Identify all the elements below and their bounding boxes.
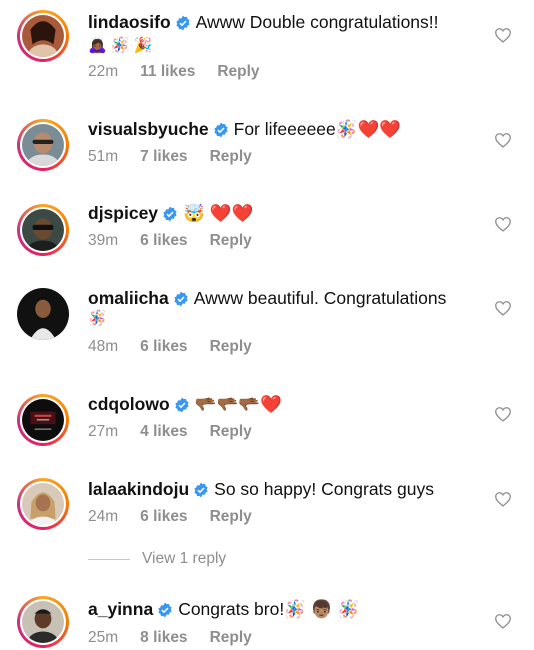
comment-line: a_yinna Congrats bro!🪅 👦🏽 🪅 [88,597,474,622]
reply-button[interactable]: Reply [210,629,252,646]
heart-outline-icon[interactable] [494,300,512,316]
comment-line: omaliicha Awww beautiful. Congratulations [88,286,474,311]
comment-meta: 39m 6 likes Reply [88,232,274,250]
heart-outline-icon[interactable] [494,216,512,232]
heart-outline-icon[interactable] [494,27,512,43]
verified-badge-icon [176,15,190,31]
reply-button[interactable]: Reply [210,338,252,355]
heart-outline-icon[interactable] [494,132,512,148]
comment-line: lindaosifo Awww Double congratulations!! [88,10,474,35]
verified-badge-icon [174,291,188,307]
divider [88,558,130,560]
reply-button[interactable]: Reply [210,508,252,525]
likes-count[interactable]: 6 likes [140,338,187,355]
comment-text: So so happy! Congrats guys [214,479,434,499]
likes-count[interactable]: 11 likes [140,63,195,80]
username[interactable]: visualsbyuche [88,119,209,139]
heart-outline-icon[interactable] [494,491,512,507]
reply-button[interactable]: Reply [210,423,252,440]
view-replies-button[interactable]: View 1 reply [88,550,226,568]
timestamp: 24m [88,508,119,525]
username[interactable]: a_yinna [88,599,153,619]
verified-badge-icon [194,482,208,498]
reply-button[interactable]: Reply [217,63,259,80]
comment-text: 🤯 ❤️❤️ [183,203,254,223]
username[interactable]: lalaakindoju [88,479,189,499]
timestamp: 27m [88,423,119,440]
likes-count[interactable]: 6 likes [140,508,187,525]
avatar[interactable] [17,204,69,256]
timestamp: 39m [88,232,119,249]
avatar[interactable] [17,478,69,530]
comment-meta: 48m 6 likes Reply [88,338,274,356]
view-replies-label: View 1 reply [142,550,227,567]
comment-meta: 27m 4 likes Reply [88,423,274,441]
comment-meta: 51m 7 likes Reply [88,148,274,166]
likes-count[interactable]: 8 likes [140,629,187,646]
heart-outline-icon[interactable] [494,406,512,422]
username[interactable]: omaliicha [88,288,169,308]
verified-badge-icon [214,122,228,138]
avatar[interactable] [17,288,69,340]
avatar[interactable] [17,119,69,171]
comment-line: djspicey 🤯 ❤️❤️ [88,201,474,226]
likes-count[interactable]: 6 likes [140,232,187,249]
comment-emojis: 🪅 [88,310,107,327]
verified-badge-icon [158,602,172,618]
heart-outline-icon[interactable] [494,613,512,629]
verified-badge-icon [175,397,189,413]
likes-count[interactable]: 7 likes [140,148,187,165]
reply-button[interactable]: Reply [210,232,252,249]
comment-text: For lifeeeeee🪅❤️❤️ [233,119,402,139]
comment-line: lalaakindoju So so happy! Congrats guys [88,477,474,502]
timestamp: 51m [88,148,119,165]
comment-text: Awww Double congratulations!! [195,12,439,32]
comment-text: 🫳🏾🫳🏾🫳🏾❤️ [194,394,282,414]
timestamp: 22m [88,63,119,80]
avatar[interactable] [17,10,69,62]
comment-line: visualsbyuche For lifeeeeee🪅❤️❤️ [88,117,474,142]
comment-meta: 24m 6 likes Reply [88,508,274,526]
likes-count[interactable]: 4 likes [140,423,187,440]
verified-badge-icon [163,206,177,222]
avatar[interactable] [17,394,69,446]
username[interactable]: lindaosifo [88,12,171,32]
username[interactable]: cdqolowo [88,394,170,414]
comment-text: Awww beautiful. Congratulations [193,288,447,308]
timestamp: 48m [88,338,119,355]
comment-meta: 22m 11 likes Reply [88,63,282,81]
comment-meta: 25m 8 likes Reply [88,629,274,647]
comment-line: cdqolowo 🫳🏾🫳🏾🫳🏾❤️ [88,392,474,417]
comment-emojis: 🙇🏾‍♀️ 🪅 🎉 [88,37,153,54]
comment-text: Congrats bro!🪅 👦🏽 🪅 [178,599,360,619]
timestamp: 25m [88,629,119,646]
username[interactable]: djspicey [88,203,158,223]
avatar[interactable] [17,596,69,648]
reply-button[interactable]: Reply [210,148,252,165]
